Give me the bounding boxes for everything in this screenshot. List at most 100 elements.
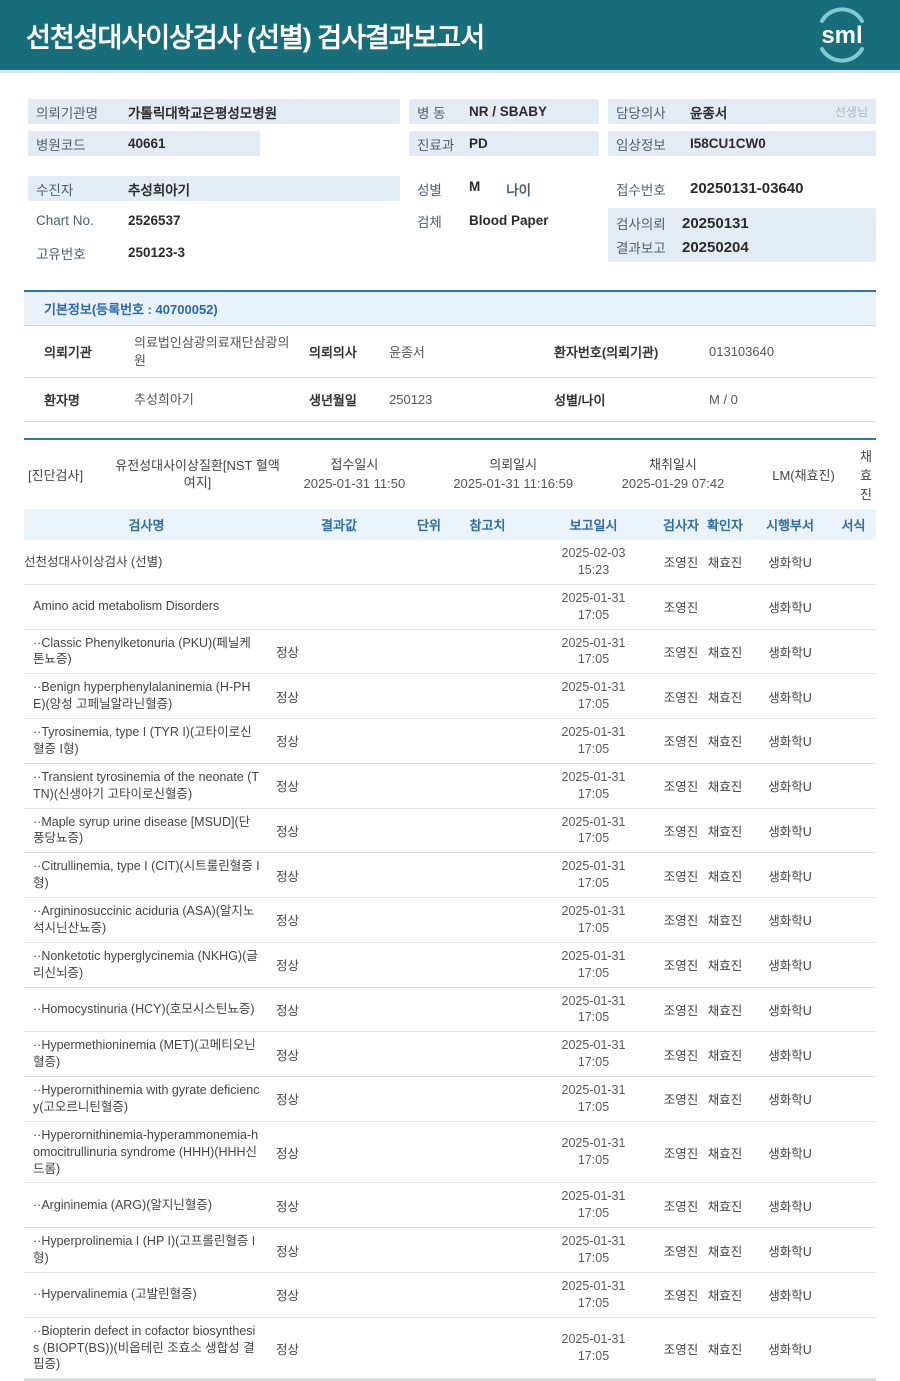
report-time: 17:05: [577, 831, 610, 846]
sml-logo-icon: sml: [820, 7, 864, 63]
report-datetime: 2025-01-31 17:05: [526, 674, 661, 718]
patient-no-label: 환자번호(의뢰기관): [554, 345, 659, 361]
unit-value: [409, 1049, 449, 1059]
referral-org-label: 의뢰기관: [44, 345, 92, 361]
department-name: 생화학U: [768, 556, 812, 571]
birthdate-label: 생년월일: [309, 393, 357, 409]
report-datetime: 2025-01-31 17:05: [526, 585, 661, 629]
result-value: 정상: [276, 824, 300, 839]
form-cell: [831, 691, 876, 701]
tester-name: 조영진: [663, 824, 699, 839]
clinic-dept-label: 진료과: [417, 137, 455, 153]
col-header-result: 결과값: [321, 518, 357, 534]
report-time: 17:05: [577, 1295, 610, 1310]
table-row: ··Tyrosinemia, type I (TYR I)(고타이로신혈증 I형…: [24, 719, 876, 764]
form-cell: [831, 602, 876, 612]
table-row: Amino acid metabolism Disorders 2025-01-…: [24, 585, 876, 630]
confirmer-name: 채효진: [707, 780, 743, 795]
form-cell: [831, 915, 876, 925]
form-cell: [831, 1049, 876, 1059]
svg-text:sml: sml: [821, 22, 862, 49]
reference-value: [449, 1147, 526, 1157]
results-table-body: 선천성대사이상검사 (선별) 2025-02-03 15:23 조영진 채효진 …: [24, 540, 876, 1380]
form-cell: [831, 1004, 876, 1014]
confirmer-name: 채효진: [707, 1342, 743, 1357]
test-name: ··Homocystinuria (HCY)(호모시스틴뇨증): [33, 1002, 255, 1017]
patient-value: 추성희아기: [128, 182, 191, 198]
test-name: ··Biopterin defect in cofactor biosynthe…: [33, 1323, 256, 1372]
report-title: 선천성대사이상검사 (선별) 검사결과보고서: [26, 22, 485, 53]
result-value: 정상: [276, 1048, 300, 1063]
uid-label: 고유번호: [36, 246, 86, 262]
clinic-dept-row: 진료과 PD: [409, 131, 599, 156]
col-header-test-name: 검사명: [128, 518, 165, 534]
col-header-tester: 검사자: [663, 518, 699, 534]
report-datetime: 2025-01-31 17:05: [526, 764, 661, 808]
department-name: 생화학U: [768, 959, 812, 974]
tester-name: 조영진: [663, 1199, 699, 1214]
doctor-row: 담당의사 윤종서 선생님: [608, 99, 876, 124]
result-value: 정상: [276, 735, 300, 750]
col-header-confirmer: 확인자: [707, 518, 743, 534]
ward-row: 병 동 NR / SBABY: [409, 99, 599, 124]
info-left-column: 의뢰기관명 가톨릭대학교은평성모병원 병원코드 40661 수진자 추성희아기 …: [28, 99, 400, 272]
test-name: ··Nonketotic hyperglycinemia (NKHG)(글리신뇌…: [33, 948, 258, 980]
test-name: ··Classic Phenylketonuria (PKU)(페닐케톤뇨증): [33, 635, 251, 667]
form-cell: [831, 825, 876, 835]
report-date-row: 결과보고 20250204: [616, 235, 868, 259]
clinical-info-row: 임상정보 I58CU1CW0: [608, 131, 876, 156]
result-value: 정상: [276, 780, 300, 795]
reference-value: [449, 602, 526, 612]
hospital-code-label: 병원코드: [36, 137, 86, 153]
result-value: 정상: [276, 1342, 300, 1357]
report-date: 2025-01-31: [561, 590, 626, 605]
confirmer-name: 채효진: [707, 869, 743, 884]
report-time: 17:05: [577, 1010, 610, 1025]
request-datetime-label: 의뢰일시: [489, 456, 538, 472]
patient-row: 수진자 추성희아기: [28, 176, 400, 201]
report-date: 2025-01-31: [561, 1038, 626, 1053]
patient-no-value: 013103640: [709, 344, 775, 360]
test-name: ··Hyperprolinemia I (HP I)(고프롤린혈증 I형): [33, 1234, 256, 1266]
form-cell: [831, 557, 876, 567]
collector-name: 채효진: [860, 449, 872, 503]
department-name: 생화학U: [768, 824, 812, 839]
result-value: 정상: [276, 1244, 300, 1259]
request-datetime-value: 2025-01-31 11:16:59: [453, 475, 574, 491]
department-name: 생화학U: [768, 780, 812, 795]
result-value: 정상: [276, 645, 300, 660]
request-date-value: 20250131: [682, 214, 749, 232]
unit-value: [409, 557, 449, 567]
result-value: 정상: [276, 1146, 300, 1161]
unit-value: [409, 646, 449, 656]
tester-name: 조영진: [663, 780, 699, 795]
collect-datetime: 채취일시 2025-01-29 07:42: [599, 456, 747, 494]
result-value: 정상: [276, 1093, 300, 1108]
confirmer-name: 채효진: [707, 1048, 743, 1063]
form-cell: [831, 1245, 876, 1255]
result-value: 정상: [276, 1199, 300, 1214]
department-name: 생화학U: [768, 1199, 812, 1214]
confirmer-name: 채효진: [707, 645, 743, 660]
reference-value: [449, 781, 526, 791]
test-name: ··Transient tyrosinemia of the neonate (…: [33, 769, 260, 801]
specimen-label: 검체: [417, 214, 442, 230]
sex-age-label: 성별/나이: [554, 393, 606, 409]
result-value: 정상: [276, 959, 300, 974]
report-time: 17:05: [577, 920, 610, 935]
report-datetime: 2025-01-31 17:05: [526, 853, 661, 897]
reference-value: [449, 1049, 526, 1059]
table-row: ··Nonketotic hyperglycinemia (NKHG)(글리신뇌…: [24, 943, 876, 988]
department-name: 생화학U: [768, 601, 812, 616]
form-cell: [831, 646, 876, 656]
test-name: ··Hyperornithinemia-hyperammonemia-homoc…: [33, 1127, 259, 1176]
report-date: 2025-01-31: [561, 948, 626, 963]
unit-value: [409, 915, 449, 925]
department-name: 생화학U: [768, 1244, 812, 1259]
clinical-info-label: 임상정보: [616, 137, 666, 153]
confirmer-name: 채효진: [707, 1146, 743, 1161]
referral-org-value: 의료법인삼광의료재단삼광의원: [134, 335, 290, 368]
report-time: 17:05: [577, 786, 610, 801]
chart-no-label: Chart No.: [36, 213, 94, 228]
sex-label: 성별: [417, 182, 442, 198]
